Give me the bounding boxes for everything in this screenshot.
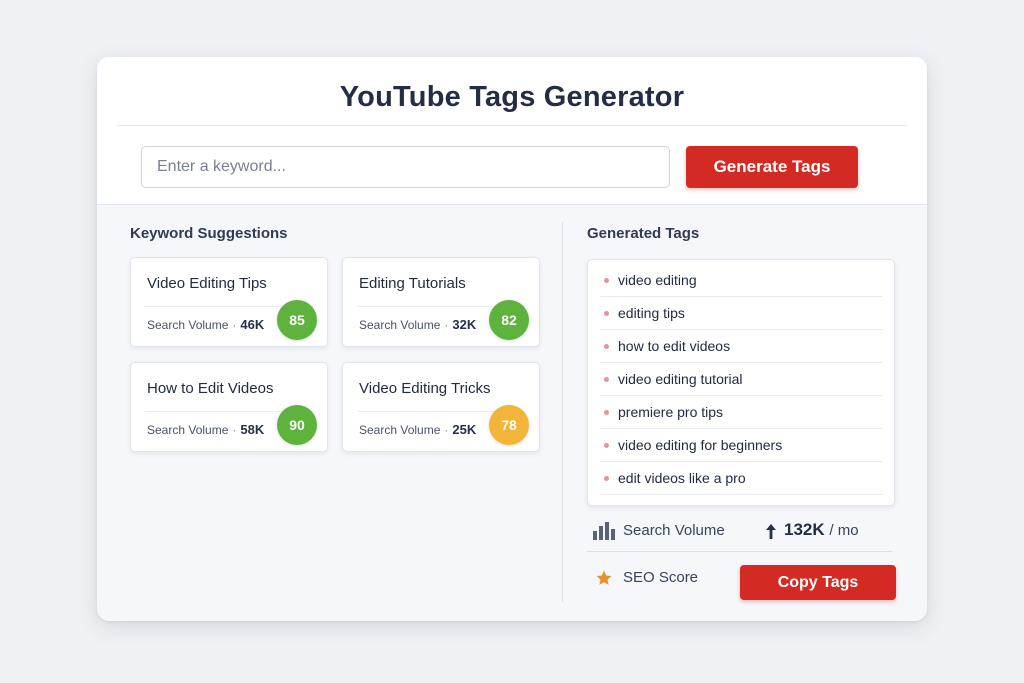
suggestion-volume: Search Volume · 32K: [359, 317, 476, 332]
tag-item[interactable]: edit videos like a pro: [600, 462, 882, 495]
tag-label: edit videos like a pro: [618, 470, 746, 486]
keyword-suggestions-title: Keyword Suggestions: [130, 225, 288, 242]
bullet-icon: [604, 475, 609, 481]
tag-label: editing tips: [618, 305, 685, 321]
suggestion-card[interactable]: Video Editing Tips Search Volume · 46K 85: [130, 257, 328, 347]
arrow-up-icon: [766, 524, 776, 539]
bullet-icon: [604, 310, 609, 316]
suggestion-volume: Search Volume · 58K: [147, 422, 264, 437]
separator: ·: [232, 423, 237, 437]
tag-label: premiere pro tips: [618, 404, 724, 420]
suggestion-card[interactable]: Editing Tutorials Search Volume · 32K 82: [342, 257, 540, 347]
suggestion-name: How to Edit Videos: [147, 380, 274, 397]
suggestion-volume: Search Volume · 25K: [359, 422, 476, 437]
separator: ·: [444, 318, 449, 332]
bullet-icon: [604, 343, 609, 349]
suggestion-volume: Search Volume · 46K: [147, 317, 264, 332]
generated-tags-title: Generated Tags: [587, 225, 700, 242]
tag-item[interactable]: video editing tutorial: [600, 363, 882, 396]
suggestion-name: Editing Tutorials: [359, 275, 466, 292]
column-divider: [562, 222, 563, 602]
page-title: YouTube Tags Generator: [339, 81, 685, 113]
volume-label: Search Volume: [359, 318, 441, 332]
suggestion-card[interactable]: How to Edit Videos Search Volume · 58K 90: [130, 362, 328, 452]
volume-label: Search Volume: [359, 423, 441, 437]
volume-value: 46K: [240, 317, 265, 332]
score-badge: 90: [277, 405, 317, 445]
keyword-input[interactable]: [141, 146, 670, 188]
separator: ·: [444, 423, 449, 437]
tag-item[interactable]: video editing: [600, 264, 882, 297]
tag-item[interactable]: how to edit videos: [600, 330, 882, 363]
generate-tags-button[interactable]: Generate Tags: [686, 146, 858, 188]
search-volume-unit: / mo: [829, 522, 859, 539]
star-icon: [596, 570, 612, 585]
tag-label: video editing tutorial: [618, 371, 743, 387]
volume-value: 25K: [452, 422, 477, 437]
suggestion-name: Video Editing Tricks: [359, 380, 491, 397]
bullet-icon: [604, 277, 609, 283]
bullet-icon: [604, 376, 609, 382]
tag-label: video editing: [618, 272, 697, 288]
tags-generator-card: YouTube Tags Generator Generate Tags Key…: [97, 57, 927, 621]
copy-tags-button[interactable]: Copy Tags: [740, 565, 896, 600]
separator: ·: [232, 318, 237, 332]
stats-divider: [587, 551, 892, 552]
bullet-icon: [604, 409, 609, 415]
header: YouTube Tags Generator Generate Tags: [97, 57, 927, 205]
title-divider: [117, 125, 907, 126]
bullet-icon: [604, 442, 609, 448]
volume-label: Search Volume: [147, 423, 229, 437]
score-badge: 78: [489, 405, 529, 445]
search-volume-stat: 132K / mo: [784, 520, 859, 540]
suggestion-card[interactable]: Video Editing Tricks Search Volume · 25K 7…: [342, 362, 540, 452]
volume-label: Search Volume: [147, 318, 229, 332]
score-badge: 85: [277, 300, 317, 340]
tag-item[interactable]: premiere pro tips: [600, 396, 882, 429]
bar-chart-icon: [593, 522, 615, 540]
tag-item[interactable]: video editing for beginners: [600, 429, 882, 462]
generated-tags-list: video editing editing tips how to edit v…: [587, 259, 895, 506]
tag-label: video editing for beginners: [618, 437, 783, 453]
search-volume-label: Search Volume: [623, 522, 725, 539]
seo-score-label: SEO Score: [623, 569, 699, 586]
suggestion-name: Video Editing Tips: [147, 275, 267, 292]
score-badge: 82: [489, 300, 529, 340]
tag-item[interactable]: editing tips: [600, 297, 882, 330]
volume-value: 32K: [452, 317, 477, 332]
search-volume-value: 132K: [784, 520, 825, 539]
tag-label: how to edit videos: [618, 338, 731, 354]
volume-value: 58K: [240, 422, 265, 437]
